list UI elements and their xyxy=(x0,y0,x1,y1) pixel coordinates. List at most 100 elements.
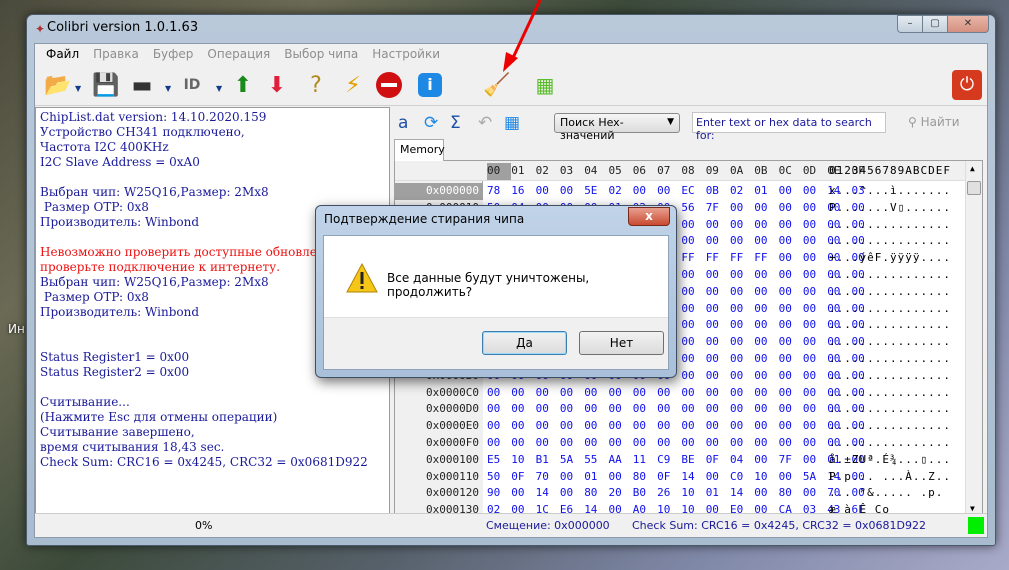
hex-byte[interactable]: 20 xyxy=(609,485,633,502)
hex-byte[interactable]: 00 xyxy=(730,435,754,452)
hex-byte[interactable]: 01 xyxy=(706,485,730,502)
search-input[interactable]: Enter text or hex data to search for: xyxy=(692,112,886,142)
find-button[interactable]: ⚲ Найти xyxy=(908,115,960,129)
hex-byte[interactable]: 00 xyxy=(633,385,657,402)
info-icon[interactable]: i xyxy=(415,70,445,100)
hex-byte[interactable]: FF xyxy=(754,250,778,267)
chip-erase-icon[interactable]: 🧹 xyxy=(482,70,512,100)
hex-byte[interactable]: 00 xyxy=(706,351,730,368)
hex-byte[interactable]: 00 xyxy=(803,317,827,334)
menu-edit[interactable]: Правка xyxy=(86,44,146,64)
hex-byte[interactable]: 00 xyxy=(779,317,803,334)
hex-byte[interactable]: 00 xyxy=(657,385,681,402)
hex-byte[interactable]: 00 xyxy=(803,301,827,318)
hex-byte[interactable]: 00 xyxy=(803,401,827,418)
hex-byte[interactable]: 00 xyxy=(803,385,827,402)
hex-byte[interactable]: 00 xyxy=(779,250,803,267)
hex-byte[interactable]: 00 xyxy=(609,435,633,452)
hex-byte[interactable]: 00 xyxy=(803,183,827,200)
stop-icon[interactable] xyxy=(374,70,404,100)
hex-byte[interactable]: 00 xyxy=(536,435,560,452)
hex-byte[interactable]: 56 xyxy=(681,200,705,217)
hex-byte[interactable]: 0F xyxy=(657,469,681,486)
minimize-button[interactable]: – xyxy=(897,15,923,33)
search-mode-select[interactable]: Поиск Hex-значений ▼ xyxy=(554,113,680,142)
hex-byte[interactable]: 00 xyxy=(754,217,778,234)
scroll-thumb[interactable] xyxy=(967,181,981,195)
hex-byte[interactable]: 00 xyxy=(803,368,827,385)
hex-byte[interactable]: 00 xyxy=(706,469,730,486)
hex-byte[interactable]: C0 xyxy=(730,469,754,486)
hex-byte[interactable]: 78 xyxy=(487,183,511,200)
hex-byte[interactable]: 00 xyxy=(609,418,633,435)
yes-button[interactable]: Да xyxy=(482,331,567,355)
hex-byte[interactable]: 01 xyxy=(584,469,608,486)
hex-byte[interactable]: 0F xyxy=(706,452,730,469)
chip-write-icon[interactable]: ⬆ xyxy=(228,70,258,100)
hex-byte[interactable]: 00 xyxy=(754,267,778,284)
hex-byte[interactable]: 00 xyxy=(754,334,778,351)
checksum-icon[interactable]: Σ xyxy=(450,113,461,133)
scroll-down-arrow[interactable]: ▼ xyxy=(970,504,975,513)
hex-byte[interactable]: 02 xyxy=(609,183,633,200)
hex-byte[interactable]: 00 xyxy=(511,418,535,435)
hex-byte[interactable]: 00 xyxy=(633,183,657,200)
script-icon[interactable]: ⚡ xyxy=(338,70,368,100)
menu-settings[interactable]: Настройки xyxy=(365,44,447,64)
hex-byte[interactable]: 00 xyxy=(803,284,827,301)
hex-byte[interactable]: 00 xyxy=(681,301,705,318)
menu-file[interactable]: Файл xyxy=(39,44,86,64)
hex-byte[interactable]: 00 xyxy=(681,385,705,402)
hex-byte[interactable]: E5 xyxy=(487,452,511,469)
hex-byte[interactable]: 14 xyxy=(536,485,560,502)
hex-byte[interactable]: 00 xyxy=(706,435,730,452)
chip-read-icon[interactable]: ▬ xyxy=(127,70,157,100)
hex-byte[interactable]: 00 xyxy=(657,435,681,452)
hex-byte[interactable]: 00 xyxy=(560,485,584,502)
tab-memory[interactable]: Memory xyxy=(394,139,445,161)
hex-byte[interactable]: 00 xyxy=(584,385,608,402)
hex-byte[interactable]: 00 xyxy=(754,385,778,402)
hex-byte[interactable]: 00 xyxy=(730,200,754,217)
hex-byte[interactable]: 00 xyxy=(511,435,535,452)
power-icon[interactable]: ⏻ xyxy=(952,70,982,100)
hex-byte[interactable]: 0B xyxy=(706,183,730,200)
menu-buffer[interactable]: Буфер xyxy=(146,44,201,64)
hex-byte[interactable]: 00 xyxy=(706,317,730,334)
hex-byte[interactable]: 10 xyxy=(754,469,778,486)
hex-byte[interactable]: 00 xyxy=(560,418,584,435)
hex-byte[interactable]: 00 xyxy=(730,368,754,385)
hex-byte[interactable]: 00 xyxy=(754,401,778,418)
hex-byte[interactable]: 00 xyxy=(730,385,754,402)
hex-byte[interactable]: 00 xyxy=(657,418,681,435)
hex-byte[interactable]: 00 xyxy=(754,301,778,318)
hex-byte[interactable]: FF xyxy=(706,250,730,267)
vertical-scrollbar[interactable]: ▲ ▼ xyxy=(965,161,982,516)
help-doc-icon[interactable]: ? xyxy=(301,70,331,100)
hex-byte[interactable]: 00 xyxy=(511,401,535,418)
text-edit-icon[interactable]: a xyxy=(398,113,408,133)
hex-byte[interactable]: B1 xyxy=(536,452,560,469)
hex-byte[interactable]: 00 xyxy=(536,385,560,402)
hex-byte[interactable]: 00 xyxy=(779,267,803,284)
hex-byte[interactable]: 00 xyxy=(681,317,705,334)
hex-byte[interactable]: 00 xyxy=(779,233,803,250)
hex-byte[interactable]: 00 xyxy=(681,401,705,418)
chip-verify-icon[interactable]: ⬇ xyxy=(262,70,292,100)
open-folder-icon[interactable]: 📂 xyxy=(43,70,73,100)
hex-byte[interactable]: C9 xyxy=(657,452,681,469)
hex-byte[interactable]: 00 xyxy=(754,233,778,250)
close-button[interactable]: ✕ xyxy=(947,15,989,33)
hex-byte[interactable]: 00 xyxy=(803,485,827,502)
hex-byte[interactable]: 00 xyxy=(730,233,754,250)
hex-byte[interactable]: 00 xyxy=(706,385,730,402)
hex-byte[interactable]: 16 xyxy=(511,183,535,200)
hex-byte[interactable]: 26 xyxy=(657,485,681,502)
hex-byte[interactable]: B0 xyxy=(633,485,657,502)
hex-byte[interactable]: 00 xyxy=(487,418,511,435)
chip-id-icon[interactable]: ID xyxy=(177,70,207,100)
hex-byte[interactable]: 00 xyxy=(584,418,608,435)
hex-byte[interactable]: 00 xyxy=(730,301,754,318)
hex-byte[interactable]: 00 xyxy=(584,401,608,418)
hex-byte[interactable]: EC xyxy=(681,183,705,200)
